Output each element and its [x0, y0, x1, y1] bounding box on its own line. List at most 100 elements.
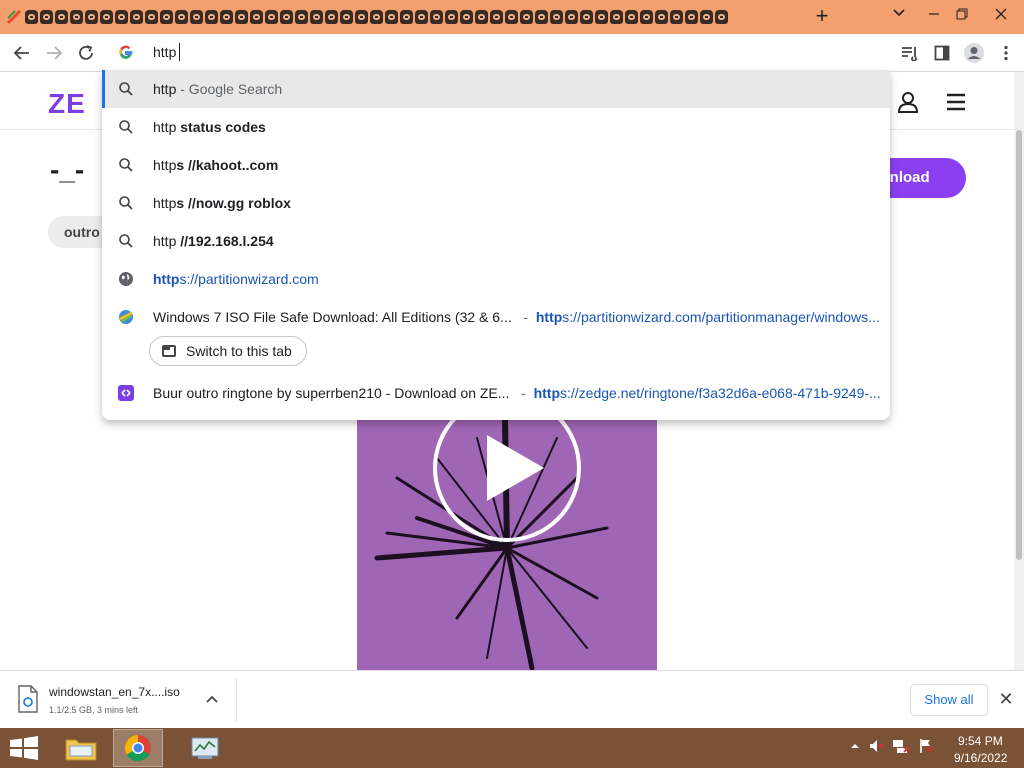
tab-favicon-face[interactable]	[54, 9, 69, 25]
taskbar-clock-date[interactable]: 9/16/2022	[954, 751, 1007, 765]
tab-favicon-face[interactable]	[579, 9, 594, 25]
suggestion-separator: -	[521, 385, 526, 401]
tab-favicon-face[interactable]	[504, 9, 519, 25]
tab-favicon-face[interactable]	[279, 9, 294, 25]
tab-favicon-face[interactable]	[264, 9, 279, 25]
tab-favicon-face[interactable]	[429, 9, 444, 25]
tab-favicon-face[interactable]	[564, 9, 579, 25]
tab-favicon-face[interactable]	[639, 9, 654, 25]
address-bar-text[interactable]: http	[153, 44, 176, 60]
tab-favicon-face[interactable]	[444, 9, 459, 25]
reload-button[interactable]	[74, 41, 98, 65]
switch-to-tab-button[interactable]: Switch to this tab	[149, 336, 307, 366]
scrollbar-thumb[interactable]	[1016, 130, 1022, 560]
site-logo[interactable]: ZE	[48, 88, 86, 120]
suggestion-google-search[interactable]: http - Google Search	[102, 70, 890, 108]
tab-icon	[162, 345, 176, 357]
tab-favicon-face[interactable]	[114, 9, 129, 25]
suggestion-search[interactable]: https //kahoot..com	[102, 146, 890, 184]
tab-favicon-face[interactable]	[654, 9, 669, 25]
tab-favicon-face[interactable]	[354, 9, 369, 25]
file-explorer-taskbar-button[interactable]	[56, 729, 106, 767]
taskbar-clock-time[interactable]: 9:54 PM	[958, 734, 1003, 748]
task-manager-taskbar-button[interactable]	[180, 729, 230, 767]
tab-favicon-face[interactable]	[459, 9, 474, 25]
tab-favicon-face[interactable]	[99, 9, 114, 25]
suggestion-completion: s //kahoot..com	[176, 157, 279, 173]
tab-favicon-face[interactable]	[624, 9, 639, 25]
tab-favicon-face[interactable]	[549, 9, 564, 25]
suggestion-history[interactable]: Buur outro ringtone by superrben210 - Do…	[102, 374, 890, 412]
tab-favicon-face[interactable]	[609, 9, 624, 25]
tab-favicon-face[interactable]	[39, 9, 54, 25]
tab-favicon-face[interactable]	[129, 9, 144, 25]
tab-favicon-face[interactable]	[369, 9, 384, 25]
tab-favicon-face[interactable]	[234, 9, 249, 25]
chevron-up-icon[interactable]	[203, 691, 221, 709]
tab-favicon-face[interactable]	[174, 9, 189, 25]
download-shelf: windowstan_en_7x....iso 1.1/2.5 GB, 3 mi…	[0, 670, 1024, 728]
tab-favicon-face[interactable]	[414, 9, 429, 25]
suggestion-page-title: Windows 7 ISO File Safe Download: All Ed…	[153, 309, 512, 325]
tab-favicon-face[interactable]	[399, 9, 414, 25]
omnibox-suggestions: http - Google Search http status codes h…	[102, 70, 890, 420]
user-account-icon[interactable]	[896, 90, 920, 119]
tab-favicon-face[interactable]	[189, 9, 204, 25]
page-scrollbar[interactable]	[1014, 72, 1024, 670]
tray-expand-icon[interactable]	[850, 741, 860, 751]
address-bar[interactable]	[102, 36, 890, 70]
show-all-button[interactable]: Show all	[910, 684, 988, 716]
tab-favicon-face[interactable]	[219, 9, 234, 25]
tab-favicon-face[interactable]	[384, 9, 399, 25]
tab-favicon-face[interactable]	[159, 9, 174, 25]
new-tab-button[interactable]: +	[810, 4, 834, 28]
tab-favicon-face[interactable]	[144, 9, 159, 25]
tab-favicon-face[interactable]	[69, 9, 84, 25]
switch-tab-label: Switch to this tab	[186, 343, 292, 359]
download-filename[interactable]: windowstan_en_7x....iso	[49, 685, 180, 699]
back-button[interactable]	[10, 41, 34, 65]
tab-favicon-face[interactable]	[669, 9, 684, 25]
side-panel-button[interactable]	[930, 41, 954, 65]
tab-favicon-face[interactable]	[489, 9, 504, 25]
tab-favicon-face[interactable]	[309, 9, 324, 25]
chrome-taskbar-button[interactable]	[113, 729, 163, 767]
tab-favicon-face[interactable]	[204, 9, 219, 25]
hamburger-menu-icon[interactable]	[944, 90, 968, 119]
reading-list-button[interactable]	[898, 41, 922, 65]
tab-favicon-face[interactable]	[339, 9, 354, 25]
chrome-menu-button[interactable]	[994, 41, 1018, 65]
action-center-flag-icon[interactable]	[918, 738, 934, 754]
tab-favicon-face[interactable]	[249, 9, 264, 25]
tab-favicon-face[interactable]	[474, 9, 489, 25]
tab-favicon-face[interactable]	[519, 9, 534, 25]
suggestion-history-tab[interactable]: Windows 7 ISO File Safe Download: All Ed…	[102, 298, 890, 336]
zedge-favicon	[118, 385, 134, 401]
close-icon	[995, 8, 1007, 20]
volume-muted-icon[interactable]	[868, 738, 884, 754]
tab-favicon-face[interactable]	[714, 9, 729, 25]
network-icon[interactable]	[892, 738, 910, 754]
windows-start-icon[interactable]	[6, 734, 42, 762]
windows-taskbar: 9:54 PM 9/16/2022	[0, 728, 1024, 768]
close-window-button[interactable]	[978, 0, 1024, 34]
suggestion-search[interactable]: https //now.gg roblox	[102, 184, 890, 222]
suggestion-search[interactable]: http status codes	[102, 108, 890, 146]
tab-favicon-face[interactable]	[699, 9, 714, 25]
tab-favicon-face[interactable]	[84, 9, 99, 25]
profile-button[interactable]	[962, 41, 986, 65]
suggestion-search[interactable]: http //192.168.l.254	[102, 222, 890, 260]
tab-favicon-face[interactable]	[684, 9, 699, 25]
download-status: 1.1/2.5 GB, 3 mins left	[49, 705, 139, 715]
tab-favicon-face[interactable]	[24, 9, 39, 25]
forward-button[interactable]	[42, 41, 66, 65]
tab-favicon-face[interactable]	[324, 9, 339, 25]
reload-icon	[79, 45, 93, 60]
close-download-shelf-button[interactable]: ✕	[996, 689, 1016, 709]
suggestion-url[interactable]: https://partitionwizard.com	[102, 260, 890, 298]
tab-favicon-face[interactable]	[594, 9, 609, 25]
tab-favicon-colorful[interactable]	[6, 9, 24, 25]
tab-favicon-face[interactable]	[294, 9, 309, 25]
system-tray	[850, 738, 934, 754]
tab-favicon-face[interactable]	[534, 9, 549, 25]
